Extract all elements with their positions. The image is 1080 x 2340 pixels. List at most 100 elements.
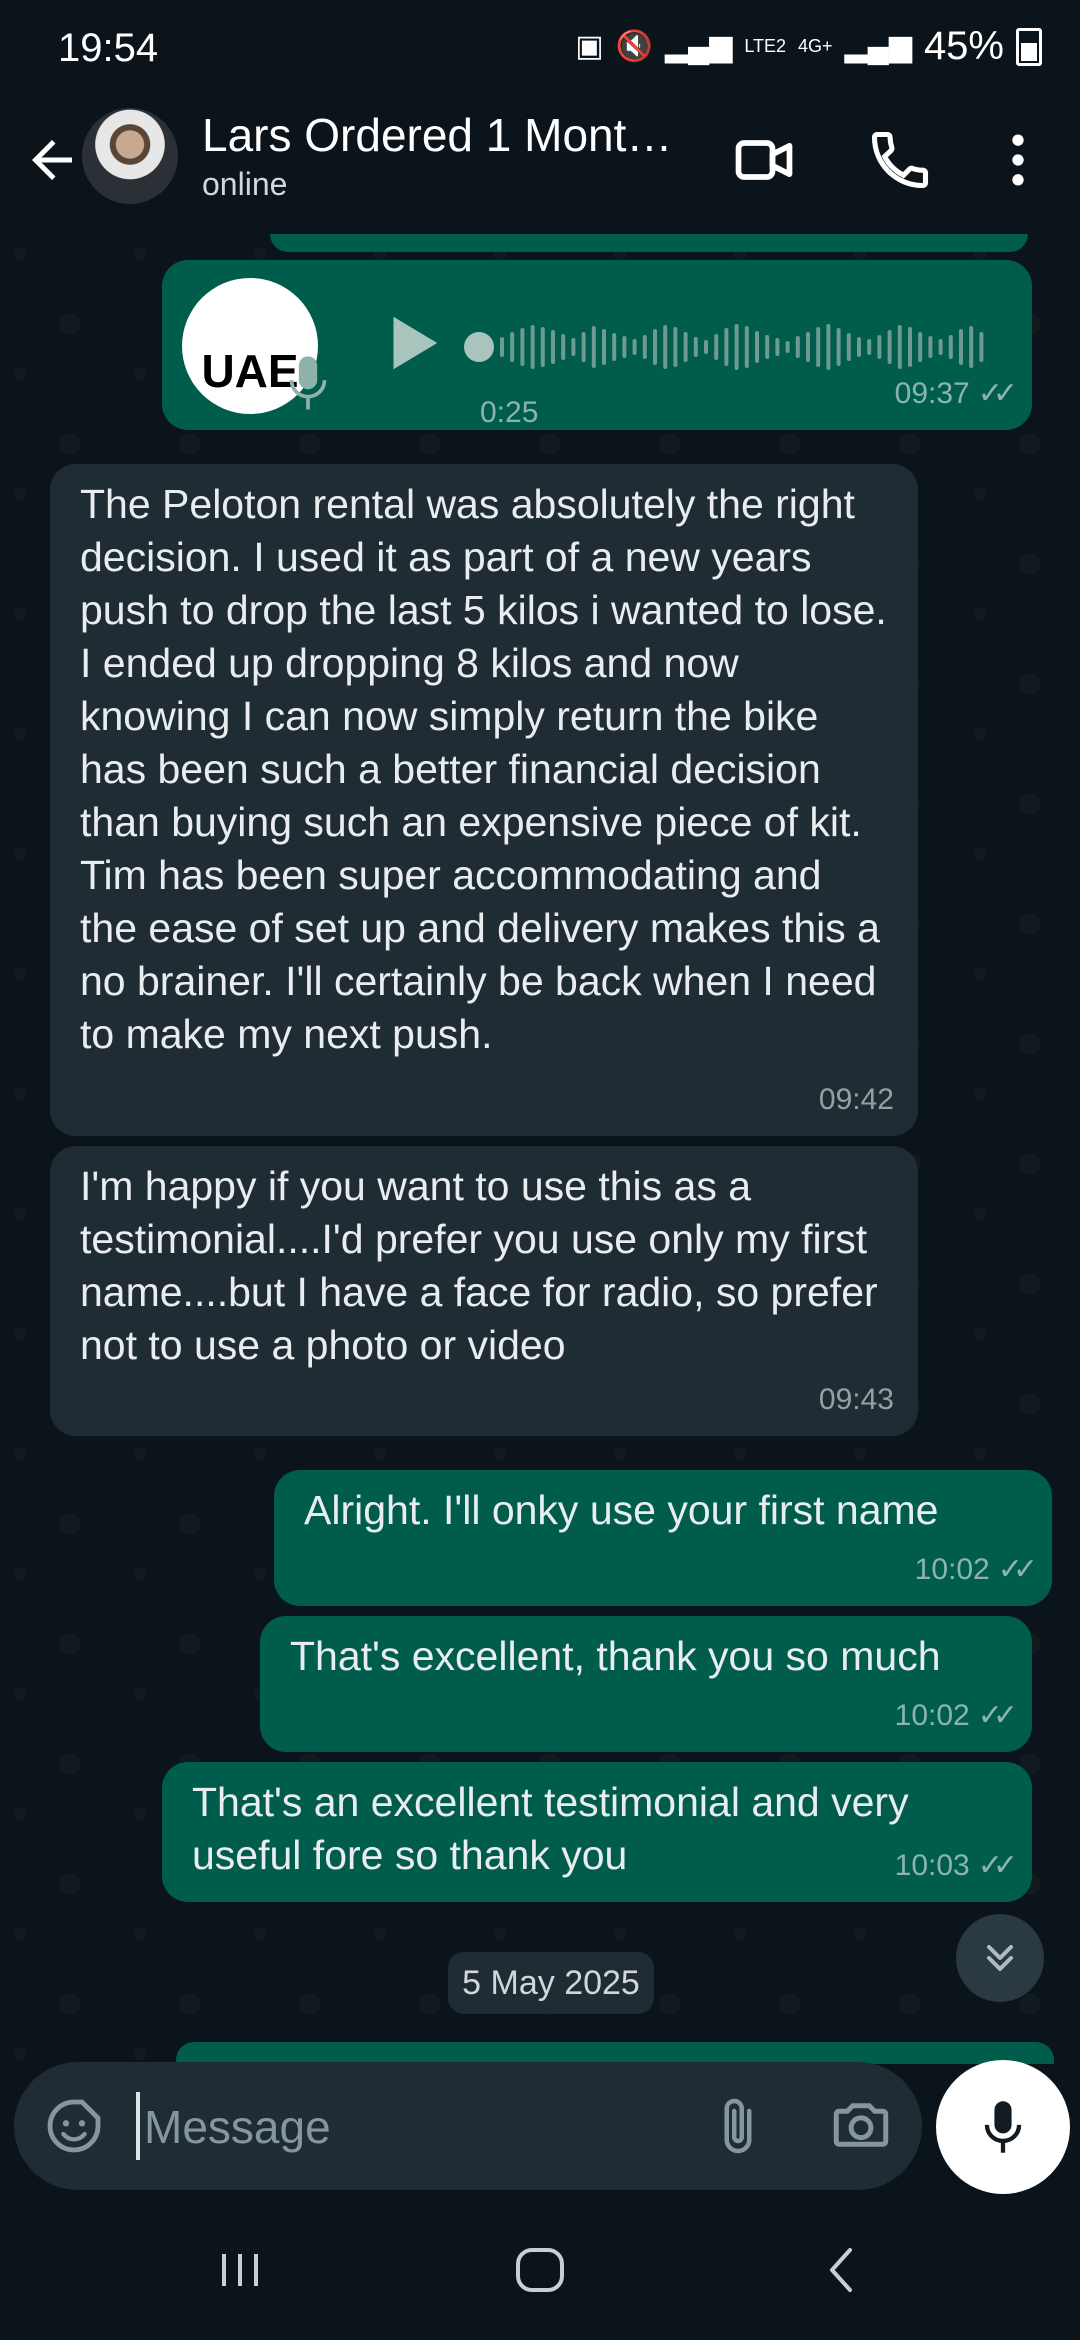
waveform-bar xyxy=(642,335,647,359)
waveform-bar xyxy=(622,336,627,358)
back-nav-icon[interactable] xyxy=(818,2240,866,2300)
avatar-text: UAE xyxy=(201,345,299,397)
waveform-bar xyxy=(806,332,810,362)
outgoing-message[interactable]: That's excellent, thank you so much 10:0… xyxy=(260,1616,1032,1752)
camera-icon[interactable] xyxy=(828,2092,894,2158)
waveform-bar xyxy=(591,326,596,368)
incoming-message[interactable]: I'm happy if you want to use this as a t… xyxy=(50,1146,918,1436)
message-meta: 09:37 ✓✓ xyxy=(894,367,1018,420)
message-text: That's an excellent testimonial and very… xyxy=(192,1779,909,1878)
outgoing-message[interactable]: That's an excellent testimonial and very… xyxy=(162,1762,1032,1902)
waveform-bar xyxy=(673,327,678,367)
waveform-bar xyxy=(755,331,759,363)
waveform-bar xyxy=(785,341,790,353)
waveform-bar xyxy=(693,337,698,357)
mic-icon xyxy=(289,356,327,410)
waveform-bar xyxy=(938,339,943,355)
double-chevron-down-icon xyxy=(986,1944,1014,1972)
waveform-bar xyxy=(734,324,739,370)
waveform-bar xyxy=(683,332,688,362)
phone-icon[interactable] xyxy=(866,126,934,194)
waveform-bar xyxy=(612,333,617,361)
battery-icon xyxy=(1016,27,1042,66)
waveform-bar xyxy=(908,327,912,367)
message-meta: 10:02 ✓✓ xyxy=(915,1543,1038,1596)
waveform-bar xyxy=(571,338,576,356)
network-type-label: 4G+ xyxy=(798,36,833,56)
message-text: That's excellent, thank you so much xyxy=(290,1633,941,1679)
message-text: The Peloton rental was absolutely the ri… xyxy=(80,481,887,1057)
waveform-bar xyxy=(897,325,902,369)
waveform-bar xyxy=(602,329,606,365)
message-meta: 10:03 ✓✓ xyxy=(894,1839,1018,1892)
playback-scrubber[interactable] xyxy=(464,332,494,362)
waveform-bar xyxy=(724,328,729,366)
waveform-bar xyxy=(663,325,668,369)
chat-area[interactable]: UAE 0:25 09:37 ✓✓ The Peloton rental was… xyxy=(0,234,1080,2064)
voice-message[interactable]: UAE 0:25 09:37 ✓✓ xyxy=(162,260,1032,430)
message-time: 09:37 xyxy=(894,377,970,410)
video-call-icon[interactable] xyxy=(730,126,798,194)
contact-name[interactable]: Lars Ordered 1 Mont… xyxy=(202,108,672,162)
waveform-bar xyxy=(836,328,841,366)
voice-duration: 0:25 xyxy=(480,396,539,429)
incoming-message[interactable]: The Peloton rental was absolutely the ri… xyxy=(50,464,918,1136)
waveform-bar xyxy=(520,328,525,366)
waveform-bar xyxy=(765,335,770,359)
waveform-bar xyxy=(928,336,933,358)
sticker-emoji-icon[interactable] xyxy=(42,2094,106,2158)
message-text: Alright. I'll onky use your first name xyxy=(304,1487,939,1533)
message-time: 09:43 xyxy=(818,1383,894,1416)
attach-icon[interactable] xyxy=(708,2092,768,2160)
waveform-bar xyxy=(540,327,545,367)
system-navigation-bar xyxy=(0,2200,1080,2340)
message-meta: 09:42 xyxy=(819,1073,894,1126)
waveform-bar xyxy=(551,330,555,364)
message-time: 10:03 xyxy=(894,1849,970,1882)
waveform-bar xyxy=(979,332,984,362)
waveform-bar xyxy=(857,337,861,357)
message-composer[interactable]: Message xyxy=(14,2062,922,2190)
waveform-bar xyxy=(530,325,535,369)
waveform-bar xyxy=(948,335,953,359)
read-ticks-icon: ✓✓ xyxy=(977,377,1018,410)
waveform-bar xyxy=(887,330,892,364)
waveform-bar xyxy=(581,332,586,362)
signal-icon: ▂▄▆ xyxy=(664,30,733,63)
waveform-bar xyxy=(867,339,872,355)
waveform-bar xyxy=(744,326,749,368)
chat-header: Lars Ordered 1 Mont… online xyxy=(0,96,1080,234)
waveform-bar xyxy=(704,340,708,354)
previous-bubble-edge xyxy=(270,234,1028,252)
message-time: 09:42 xyxy=(818,1083,894,1116)
voice-record-button[interactable] xyxy=(936,2060,1070,2194)
more-vert-icon[interactable] xyxy=(984,126,1052,194)
battery-saver-icon: ▣ xyxy=(575,30,604,63)
waveform-bar xyxy=(500,337,504,357)
back-arrow-icon[interactable] xyxy=(22,130,82,190)
message-input[interactable]: Message xyxy=(144,2100,331,2154)
message-meta: 10:02 ✓✓ xyxy=(894,1689,1018,1742)
waveform-bar xyxy=(826,324,831,370)
next-bubble-edge xyxy=(176,2042,1054,2064)
play-icon[interactable] xyxy=(376,308,446,378)
scroll-to-bottom-button[interactable] xyxy=(956,1914,1044,2002)
contact-avatar[interactable] xyxy=(82,108,178,204)
recent-apps-icon[interactable] xyxy=(216,2240,264,2300)
waveform-bar xyxy=(653,329,657,365)
message-text: I'm happy if you want to use this as a t… xyxy=(80,1163,878,1368)
mute-icon: 🔇 xyxy=(615,30,653,63)
read-ticks-icon: ✓✓ xyxy=(977,1849,1018,1882)
lte-label: LTE2 xyxy=(744,36,786,56)
outgoing-message[interactable]: Alright. I'll onky use your first name 1… xyxy=(274,1470,1052,1606)
waveform-bar xyxy=(632,339,637,355)
status-bar: 19:54 ▣ 🔇 ▂▄▆ LTE2 4G+ ▂▄▆ 45% xyxy=(0,0,1080,96)
waveform-bar xyxy=(795,336,800,358)
waveform-bar xyxy=(561,334,566,360)
waveform-bar xyxy=(877,335,882,359)
home-icon[interactable] xyxy=(512,2240,568,2300)
message-time: 10:02 xyxy=(894,1699,970,1732)
waveform-bar xyxy=(918,332,923,362)
read-ticks-icon: ✓✓ xyxy=(997,1553,1038,1586)
signal-icon-2: ▂▄▆ xyxy=(844,30,912,63)
